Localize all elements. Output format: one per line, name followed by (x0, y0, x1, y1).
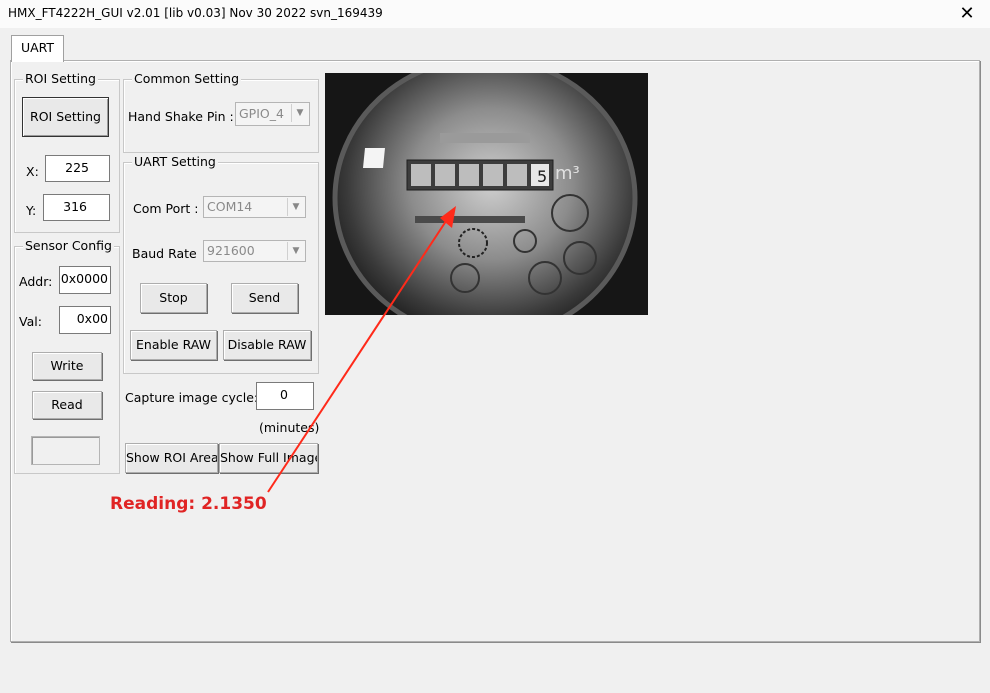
handshake-label: Hand Shake Pin : (128, 109, 234, 124)
baud-rate-select[interactable]: 921600 ▼ (203, 240, 306, 262)
camera-preview-image: 5 m³ (325, 73, 648, 315)
window-title: HMX_FT4222H_GUI v2.01 [lib v0.03] Nov 30… (8, 6, 383, 20)
stop-button[interactable]: Stop (140, 283, 207, 313)
roi-setting-button[interactable]: ROI Setting (22, 97, 109, 137)
com-port-value: COM14 (207, 199, 253, 214)
meter-last-digit: 5 (537, 167, 547, 186)
meter-unit-text: m³ (555, 163, 580, 184)
disable-raw-button[interactable]: Disable RAW (223, 330, 311, 360)
val-label: Val: (19, 314, 42, 329)
tab-uart[interactable]: UART (11, 35, 64, 62)
val-field[interactable]: 0x00 (59, 306, 111, 334)
show-full-image-button[interactable]: Show Full Image (219, 443, 318, 473)
chevron-down-icon[interactable]: ▼ (287, 198, 304, 216)
roi-x-label: X: (26, 164, 39, 179)
capture-cycle-unit: (minutes) (259, 420, 320, 435)
read-button[interactable]: Read (32, 391, 102, 419)
roi-x-field[interactable]: 225 (45, 155, 110, 182)
enable-raw-button[interactable]: Enable RAW (130, 330, 217, 360)
baud-rate-label: Baud Rate (132, 246, 197, 261)
water-meter-photo: 5 m³ (325, 73, 648, 315)
baud-rate-value: 921600 (207, 243, 255, 258)
roi-y-field[interactable]: 316 (43, 194, 110, 221)
reading-annotation: Reading: 2.1350 (110, 494, 267, 514)
handshake-pin-select[interactable]: GPIO_4 ▼ (235, 102, 310, 126)
addr-field[interactable]: 0x0000 (59, 266, 111, 294)
chevron-down-icon[interactable]: ▼ (291, 104, 308, 122)
common-setting-legend: Common Setting (132, 71, 242, 86)
status-bar (0, 643, 990, 693)
roi-y-label: Y: (26, 203, 37, 218)
chevron-down-icon[interactable]: ▼ (287, 242, 304, 260)
capture-cycle-label: Capture image cycle: (125, 390, 259, 405)
sensor-status-box (31, 436, 100, 465)
addr-label: Addr: (19, 274, 53, 289)
com-port-label: Com Port : (133, 201, 199, 216)
com-port-select[interactable]: COM14 ▼ (203, 196, 306, 218)
show-roi-area-button[interactable]: Show ROI Area (125, 443, 218, 473)
capture-cycle-field[interactable]: 0 (256, 382, 314, 410)
uart-setting-legend: UART Setting (132, 154, 218, 169)
title-bar: HMX_FT4222H_GUI v2.01 [lib v0.03] Nov 30… (0, 0, 990, 28)
sensor-config-legend: Sensor Config (23, 238, 114, 253)
roi-setting-legend: ROI Setting (23, 71, 98, 86)
close-icon[interactable]: ✕ (944, 0, 990, 28)
handshake-pin-value: GPIO_4 (239, 106, 284, 121)
send-button[interactable]: Send (231, 283, 298, 313)
write-button[interactable]: Write (32, 352, 102, 380)
